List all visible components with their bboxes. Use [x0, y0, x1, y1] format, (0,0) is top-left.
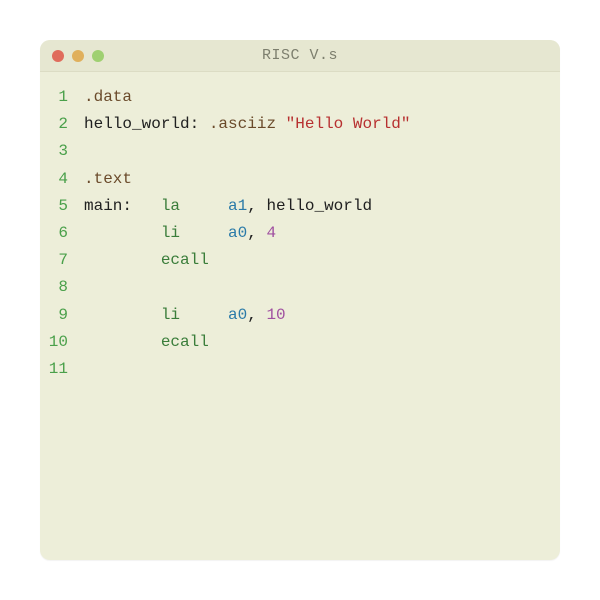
line-number: 11 — [48, 356, 84, 383]
window-controls — [52, 50, 104, 62]
code-content: li a0, 4 — [84, 220, 544, 247]
line-number: 7 — [48, 247, 84, 274]
titlebar: RISC V.s — [40, 40, 560, 72]
token-comma: , — [247, 224, 266, 242]
token-label: main: — [84, 197, 132, 215]
token-plain — [276, 115, 286, 133]
code-content — [84, 356, 544, 383]
token-plain — [180, 306, 228, 324]
token-num: 4 — [266, 224, 276, 242]
editor-window: RISC V.s 1.data2hello_world: .asciiz "He… — [40, 40, 560, 560]
line-number: 2 — [48, 111, 84, 138]
close-icon[interactable] — [52, 50, 64, 62]
code-line: 8 — [48, 274, 544, 301]
line-number: 3 — [48, 138, 84, 165]
token-plain — [180, 224, 228, 242]
code-line: 10 ecall — [48, 329, 544, 356]
code-content: li a0, 10 — [84, 302, 544, 329]
code-content: ecall — [84, 329, 544, 356]
code-line: 1.data — [48, 84, 544, 111]
token-str: "Hello World" — [286, 115, 411, 133]
code-content: .data — [84, 84, 544, 111]
token-instr: ecall — [161, 333, 209, 351]
code-content: .text — [84, 166, 544, 193]
token-label: hello_world: — [84, 115, 199, 133]
token-plain: hello_world — [266, 197, 372, 215]
code-line: 11 — [48, 356, 544, 383]
token-instr: la — [161, 197, 180, 215]
token-num: 10 — [266, 306, 285, 324]
window-title: RISC V.s — [52, 47, 548, 64]
token-directive: .asciiz — [209, 115, 276, 133]
token-plain — [199, 115, 209, 133]
code-line: 4.text — [48, 166, 544, 193]
code-line: 7 ecall — [48, 247, 544, 274]
token-instr: ecall — [161, 251, 209, 269]
token-plain — [84, 224, 161, 242]
token-comma: , — [247, 197, 266, 215]
token-plain — [132, 197, 161, 215]
line-number: 5 — [48, 193, 84, 220]
line-number: 9 — [48, 302, 84, 329]
code-line: 3 — [48, 138, 544, 165]
line-number: 1 — [48, 84, 84, 111]
line-number: 8 — [48, 274, 84, 301]
code-content: main: la a1, hello_world — [84, 193, 544, 220]
code-line: 2hello_world: .asciiz "Hello World" — [48, 111, 544, 138]
token-plain — [84, 306, 161, 324]
line-number: 6 — [48, 220, 84, 247]
token-reg: a0 — [228, 306, 247, 324]
code-line: 9 li a0, 10 — [48, 302, 544, 329]
code-content — [84, 274, 544, 301]
token-directive: .text — [84, 170, 132, 188]
code-content — [84, 138, 544, 165]
code-line: 5main: la a1, hello_world — [48, 193, 544, 220]
token-plain — [84, 333, 161, 351]
token-reg: a1 — [228, 197, 247, 215]
token-instr: li — [161, 306, 180, 324]
minimize-icon[interactable] — [72, 50, 84, 62]
code-editor[interactable]: 1.data2hello_world: .asciiz "Hello World… — [40, 72, 560, 560]
token-instr: li — [161, 224, 180, 242]
line-number: 4 — [48, 166, 84, 193]
code-content: hello_world: .asciiz "Hello World" — [84, 111, 544, 138]
token-plain — [84, 251, 161, 269]
line-number: 10 — [48, 329, 84, 356]
token-plain — [180, 197, 228, 215]
code-content: ecall — [84, 247, 544, 274]
token-reg: a0 — [228, 224, 247, 242]
token-directive: .data — [84, 88, 132, 106]
maximize-icon[interactable] — [92, 50, 104, 62]
token-comma: , — [247, 306, 266, 324]
code-line: 6 li a0, 4 — [48, 220, 544, 247]
